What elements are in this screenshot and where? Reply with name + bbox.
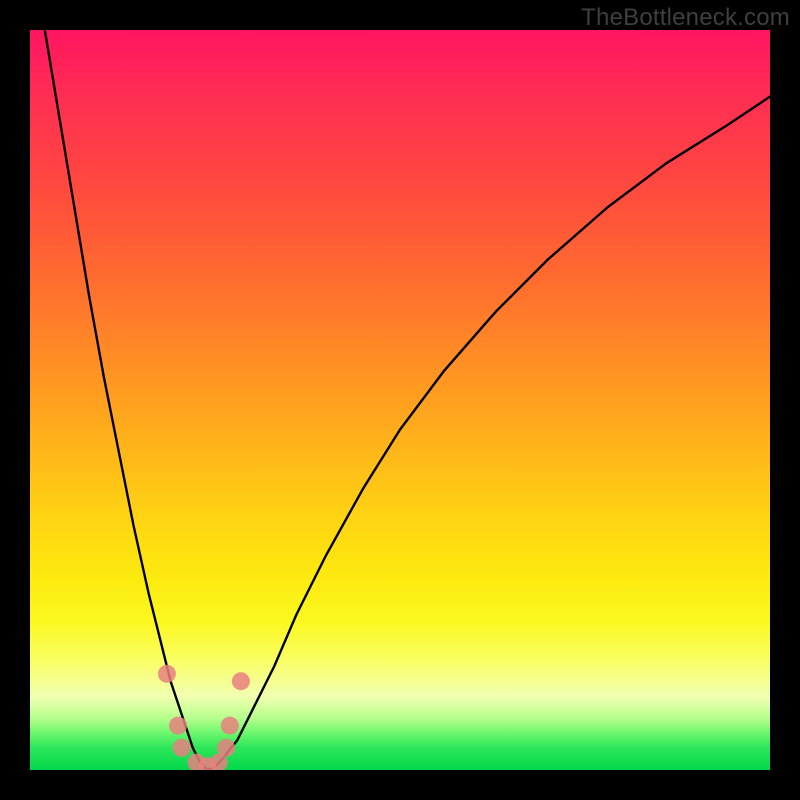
data-markers: [158, 665, 250, 770]
data-marker: [158, 665, 176, 683]
bottleneck-curve: [45, 30, 770, 770]
watermark-label: TheBottleneck.com: [581, 4, 790, 32]
data-marker: [217, 739, 235, 757]
data-marker: [221, 717, 239, 735]
plot-area: [30, 30, 770, 770]
data-marker: [232, 672, 250, 690]
chart-frame: TheBottleneck.com: [0, 0, 800, 800]
data-marker: [173, 739, 191, 757]
chart-svg: [30, 30, 770, 770]
data-marker: [169, 717, 187, 735]
